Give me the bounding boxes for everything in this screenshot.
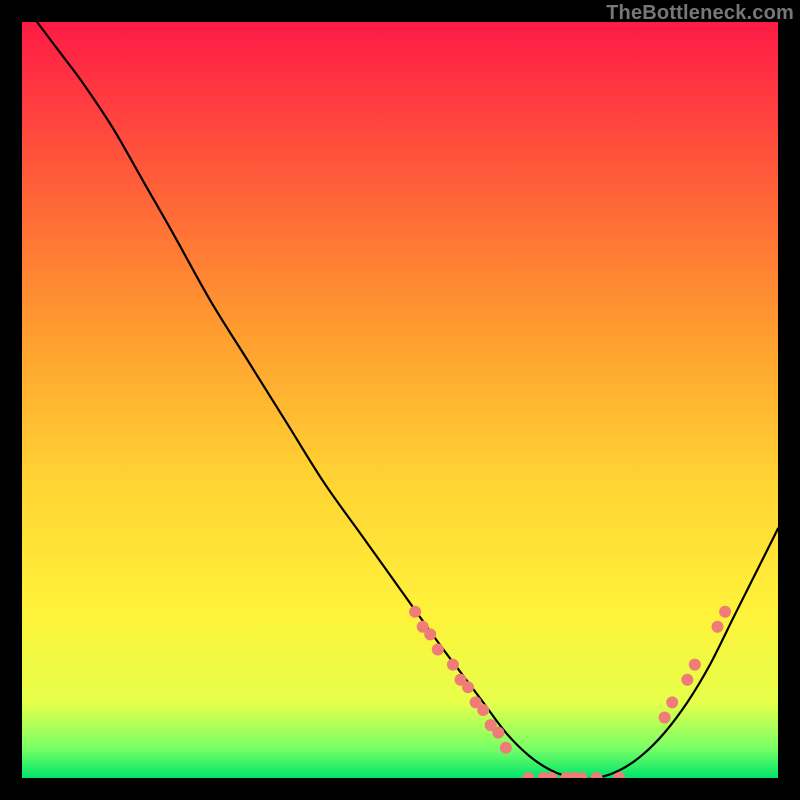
chart-marker <box>409 606 421 618</box>
chart-svg <box>22 22 778 778</box>
chart-marker <box>492 727 504 739</box>
chart-marker <box>432 644 444 656</box>
chart-marker <box>689 659 701 671</box>
chart-frame <box>22 22 778 778</box>
chart-marker <box>712 621 724 633</box>
chart-marker <box>681 674 693 686</box>
chart-marker <box>666 696 678 708</box>
chart-marker <box>424 628 436 640</box>
chart-marker <box>462 681 474 693</box>
chart-marker <box>500 742 512 754</box>
chart-background <box>22 22 778 778</box>
watermark-text: TheBottleneck.com <box>606 2 794 25</box>
chart-marker <box>659 712 671 724</box>
chart-marker <box>447 659 459 671</box>
chart-marker <box>477 704 489 716</box>
chart-marker <box>719 606 731 618</box>
